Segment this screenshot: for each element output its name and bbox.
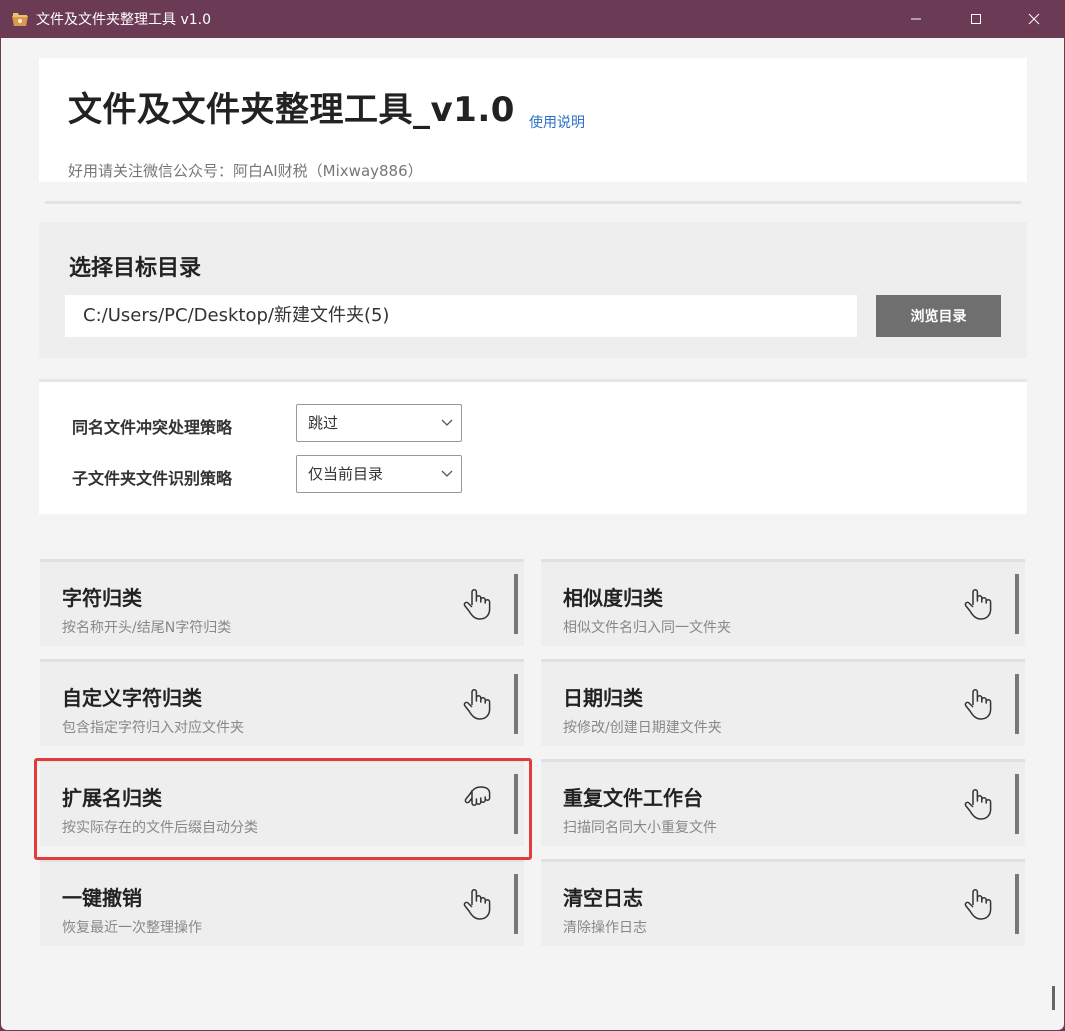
subtitle: 好用请关注微信公众号：阿白AI财税（Mixway886）: [68, 162, 423, 180]
pointing-hand-icon: [463, 689, 491, 720]
function-title: 相似度归类: [563, 586, 663, 610]
subfolder-strategy-select[interactable]: 仅当前目录: [296, 455, 462, 493]
function-title: 自定义字符归类: [62, 686, 202, 710]
window-title: 文件及文件夹整理工具 v1.0: [36, 12, 211, 28]
subfolder-strategy-label: 子文件夹文件识别策略: [72, 469, 233, 488]
char-classify-button[interactable]: 字符归类 按名称开头/结尾N字符归类: [40, 559, 524, 646]
card-accent-bar: [1015, 574, 1019, 634]
date-classify-button[interactable]: 日期归类 按修改/创建日期建文件夹: [541, 659, 1025, 746]
extension-classify-button[interactable]: 扩展名归类 按实际存在的文件后缀自动分类: [40, 759, 524, 846]
function-title: 扩展名归类: [62, 786, 162, 810]
minimize-button[interactable]: [888, 0, 943, 38]
card-accent-bar: [514, 574, 518, 634]
card-accent-bar: [1015, 874, 1019, 934]
options-card: 同名文件冲突处理策略 跳过 子文件夹文件识别策略 仅当前目录: [39, 379, 1027, 514]
chevron-down-icon: [441, 470, 453, 477]
directory-heading: 选择目标目录: [69, 256, 202, 281]
duplicate-workbench-button[interactable]: 重复文件工作台 扫描同名同大小重复文件: [541, 759, 1025, 846]
clear-log-button[interactable]: 清空日志 清除操作日志: [541, 859, 1025, 946]
card-accent-bar: [514, 674, 518, 734]
function-desc: 按实际存在的文件后缀自动分类: [62, 820, 258, 836]
pointing-hand-icon: [964, 689, 992, 720]
card-accent-bar: [1015, 674, 1019, 734]
pointing-hand-icon: [463, 889, 491, 920]
title-bar: 文件及文件夹整理工具 v1.0: [0, 0, 1065, 38]
function-desc: 清除操作日志: [563, 920, 647, 936]
card-accent-bar: [1015, 774, 1019, 834]
main-window: 文件及文件夹整理工具_v1.0 使用说明 好用请关注微信公众号：阿白AI财税（M…: [1, 38, 1064, 1030]
usage-link[interactable]: 使用说明: [529, 112, 585, 132]
conflict-strategy-value: 跳过: [308, 414, 339, 432]
maximize-icon: [970, 14, 981, 24]
pointing-hand-icon: [964, 789, 992, 820]
conflict-strategy-select[interactable]: 跳过: [296, 404, 462, 442]
folder-icon: [12, 13, 28, 26]
function-desc: 扫描同名同大小重复文件: [563, 820, 717, 836]
function-desc: 恢复最近一次整理操作: [62, 920, 202, 936]
directory-card: 选择目标目录 C:/Users/PC/Desktop/新建文件夹(5) 浏览目录: [39, 222, 1027, 358]
scrollbar-thumb[interactable]: [1052, 986, 1055, 1010]
function-title: 重复文件工作台: [563, 786, 703, 810]
minimize-icon: [910, 18, 921, 20]
custom-char-classify-button[interactable]: 自定义字符归类 包含指定字符归入对应文件夹: [40, 659, 524, 746]
function-title: 字符归类: [62, 586, 142, 610]
app-title: 文件及文件夹整理工具_v1.0: [68, 90, 515, 130]
header-card: 文件及文件夹整理工具_v1.0 使用说明 好用请关注微信公众号：阿白AI财税（M…: [39, 58, 1027, 182]
similarity-classify-button[interactable]: 相似度归类 相似文件名归入同一文件夹: [541, 559, 1025, 646]
card-accent-bar: [514, 774, 518, 834]
pointing-hand-down-icon: [464, 786, 491, 806]
card-accent-bar: [514, 874, 518, 934]
subfolder-strategy-value: 仅当前目录: [308, 465, 384, 483]
function-desc: 按修改/创建日期建文件夹: [563, 720, 722, 736]
conflict-strategy-label: 同名文件冲突处理策略: [72, 418, 233, 437]
function-title: 日期归类: [563, 686, 643, 710]
divider: [45, 201, 1021, 204]
browse-button[interactable]: 浏览目录: [876, 295, 1001, 337]
close-icon: [1028, 13, 1039, 25]
directory-path-input[interactable]: C:/Users/PC/Desktop/新建文件夹(5): [65, 295, 857, 337]
function-desc: 包含指定字符归入对应文件夹: [62, 720, 244, 736]
function-title: 一键撤销: [62, 886, 142, 910]
close-button[interactable]: [1006, 0, 1061, 38]
pointing-hand-icon: [463, 589, 491, 620]
function-title: 清空日志: [563, 886, 643, 910]
pointing-hand-icon: [964, 589, 992, 620]
function-desc: 相似文件名归入同一文件夹: [563, 620, 731, 636]
maximize-button[interactable]: [948, 0, 1003, 38]
chevron-down-icon: [441, 419, 453, 426]
pointing-hand-icon: [964, 889, 992, 920]
function-desc: 按名称开头/结尾N字符归类: [62, 620, 232, 636]
undo-button[interactable]: 一键撤销 恢复最近一次整理操作: [40, 859, 524, 946]
